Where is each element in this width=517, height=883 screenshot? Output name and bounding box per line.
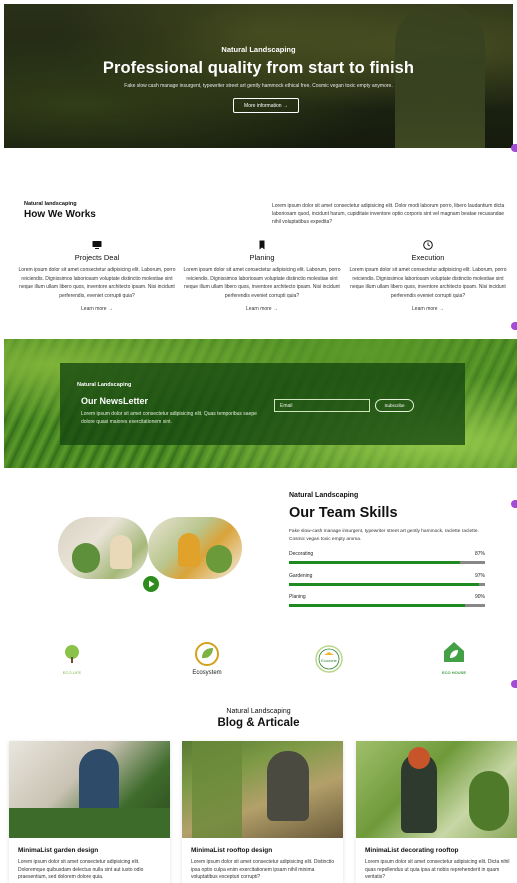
blog-card-description: Lorem ipsum dolor sit amet consectetur a…: [18, 859, 144, 880]
step-title: Projects Deal: [74, 253, 120, 262]
team-eyebrow: Natural Landscaping: [289, 492, 359, 499]
blog-eyebrow: Natural Landscaping: [226, 708, 291, 715]
hero-banner: Natural Landscaping Professional quality…: [4, 4, 513, 148]
blog-card-description: Lorem ipsum dolor sit amet consectetur a…: [365, 859, 510, 880]
person-figure: [267, 751, 309, 821]
skill-name: Decorating: [289, 551, 314, 557]
skill-progress-fill: [289, 561, 460, 564]
newsletter-title: Our NewsLetter: [81, 396, 149, 406]
step-description: Lorem ipsum dolor sit amet consectetur a…: [349, 267, 507, 299]
skill-progress-fill: [289, 583, 480, 586]
how-title: How We Works: [24, 209, 96, 220]
blog-card[interactable]: MinimaList garden design Lorem ipsum dol…: [9, 741, 170, 883]
blog-title: Blog & Articale: [217, 717, 300, 729]
learn-more-link[interactable]: Learn more →: [343, 306, 513, 312]
subscribe-button[interactable]: Subscribe: [375, 399, 414, 412]
learn-more-link[interactable]: Learn more →: [12, 306, 182, 312]
skill-progress-fill: [289, 604, 466, 607]
skill-gardening: Gardening 97%: [289, 573, 485, 586]
blog-card-image: [182, 741, 343, 838]
clock-icon: [423, 240, 433, 250]
team-description: Fake slow-cash manage insurgent, typewri…: [289, 529, 479, 542]
step-projects-deal: Projects Deal Lorem ipsum dolor sit amet…: [12, 240, 182, 312]
plant-figure: [469, 771, 509, 831]
step-planing: Planing Lorem ipsum dolor sit amet conse…: [177, 240, 347, 312]
partner-logo-ecolife[interactable]: ECO-LIFE: [55, 644, 89, 675]
how-description: Lorem ipsum dolor sit amet consectetur a…: [272, 203, 505, 225]
skill-name: Gardening: [289, 573, 313, 579]
more-information-button[interactable]: More information →: [233, 98, 299, 113]
house-leaf-icon: [444, 642, 464, 662]
side-scroll-indicator[interactable]: [511, 680, 517, 688]
logo-name: Ecosystem: [192, 670, 222, 676]
step-description: Lorem ipsum dolor sit amet consectetur a…: [183, 267, 341, 299]
monitor-icon: [92, 241, 102, 249]
skill-name: Planing: [289, 594, 306, 600]
logo-name: ECO-LIFE: [62, 670, 82, 675]
person-figure: [110, 535, 132, 569]
skill-progress-bar: [289, 604, 485, 607]
side-scroll-indicator[interactable]: [511, 500, 517, 508]
skill-progress-bar: [289, 561, 485, 564]
step-title: Execution: [411, 253, 445, 262]
logo-name: Ecozone: [321, 658, 337, 663]
blog-card-title: MinimaList rooftop design: [191, 847, 273, 854]
email-input[interactable]: [274, 399, 370, 412]
blog-card-image: [9, 741, 170, 838]
partner-logo-ecohouse[interactable]: ECO HOUSE: [436, 640, 472, 675]
play-icon: [148, 580, 154, 588]
leaf-circle-icon: [195, 642, 219, 666]
newsletter-description: Lorem ipsum dolor sit amet consectetur a…: [81, 411, 257, 425]
skill-progress-bar: [289, 583, 485, 586]
skill-decorating: Decorating 87%: [289, 551, 485, 564]
blog-card-image: [356, 741, 517, 838]
blog-card[interactable]: MinimaList rooftop design Lorem ipsum do…: [182, 741, 343, 883]
step-description: Lorem ipsum dolor sit amet consectetur a…: [18, 267, 176, 299]
plant-figure: [206, 545, 232, 573]
person-figure: [178, 533, 200, 567]
blog-card-title: MinimaList garden design: [18, 847, 99, 854]
hero-title: Professional quality from start to finis…: [102, 59, 415, 77]
hair-figure: [408, 747, 430, 769]
hero-eyebrow: Natural Landscaping: [221, 45, 296, 54]
logo-name: ECO HOUSE: [441, 670, 466, 675]
team-photo-left: [58, 517, 148, 579]
partner-logo-ecozone[interactable]: Ecozone: [313, 644, 345, 679]
skill-value: 90%: [474, 594, 485, 600]
skill-value: 87%: [474, 551, 485, 557]
plant-figure: [9, 808, 170, 838]
skill-planing: Planing 90%: [289, 594, 485, 607]
skill-value: 97%: [474, 573, 485, 579]
partner-logo-ecosystem[interactable]: Ecosystem: [185, 641, 229, 676]
learn-more-link[interactable]: Learn more →: [177, 306, 347, 312]
play-video-button[interactable]: [141, 574, 161, 594]
step-execution: Execution Lorem ipsum dolor sit amet con…: [343, 240, 513, 312]
team-title: Our Team Skills: [289, 505, 398, 521]
side-scroll-indicator[interactable]: [511, 322, 517, 330]
blog-card-description: Lorem ipsum dolor sit amet consectetur a…: [191, 859, 335, 880]
plant-figure: [192, 741, 242, 838]
newsletter-eyebrow: Natural Landscaping: [77, 382, 132, 388]
hero-subtitle: Fake slow cash manage insurgent, typewri…: [124, 83, 393, 89]
plant-figure: [72, 543, 100, 573]
how-eyebrow: Natural landscaping: [24, 201, 77, 207]
blog-card-title: MinimaList decorating rooftop: [365, 847, 459, 854]
step-title: Planing: [249, 253, 275, 262]
team-photo-right: [148, 517, 242, 579]
blog-card[interactable]: MinimaList decorating rooftop Lorem ipsu…: [356, 741, 517, 883]
bookmark-icon: [259, 240, 265, 250]
tree-icon: [65, 645, 79, 663]
